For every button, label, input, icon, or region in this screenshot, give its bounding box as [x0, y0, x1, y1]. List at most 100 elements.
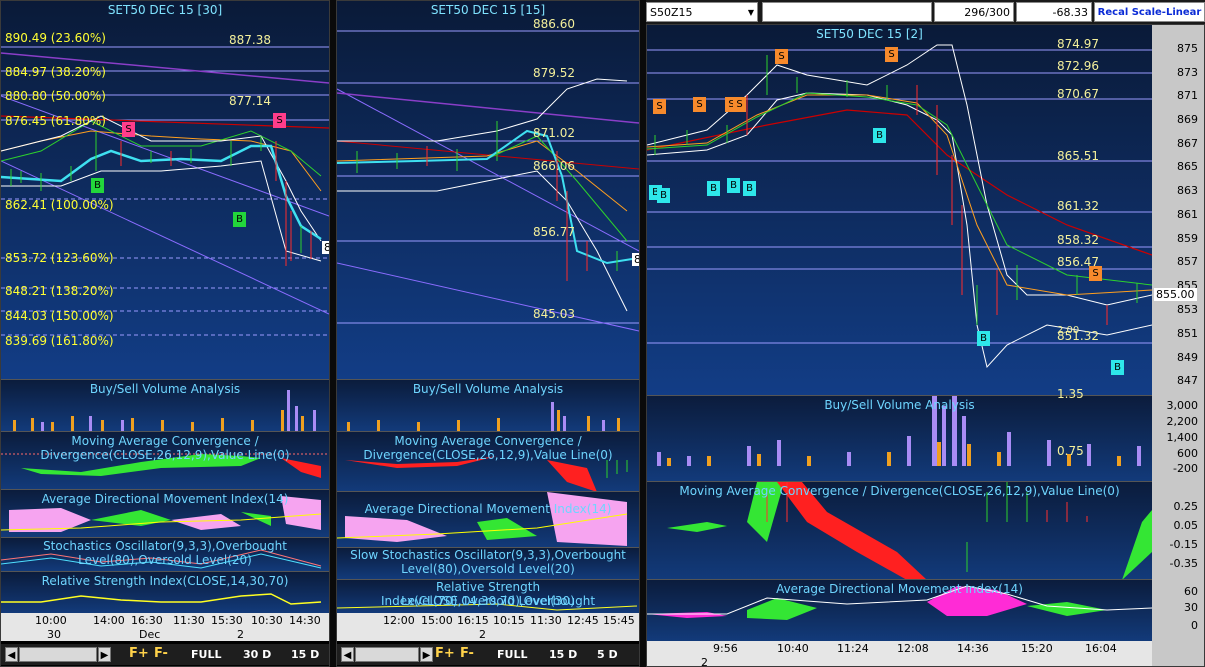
- zoom-in-button[interactable]: F+: [129, 646, 149, 661]
- fib-level: 844.03 (150.00%): [5, 309, 114, 323]
- sell-signal-marker[interactable]: S: [653, 99, 666, 114]
- right-y-axis[interactable]: 875 873 871 869 867 865 863 861 859 857 …: [1152, 25, 1204, 666]
- time-label: 10:30: [251, 614, 283, 627]
- left-volume-panel[interactable]: Buy/Sell Volume Analysis: [1, 379, 329, 431]
- left-date-axis: 30 Dec 2: [1, 627, 329, 641]
- left-stoch-panel[interactable]: Stochastics Oscillator(9,3,3),Overbought…: [1, 537, 329, 571]
- y-tick: 3,000: [1166, 399, 1199, 412]
- cover-signal-marker[interactable]: B: [707, 181, 720, 196]
- price-label: 887.38: [229, 33, 271, 47]
- fib-level: 884.97 (38.20%): [5, 65, 106, 79]
- right-volume-panel[interactable]: Buy/Sell Volume Analysis 0.75: [647, 395, 1152, 481]
- time-label: 15:20: [1021, 642, 1053, 655]
- y-tick: 865: [1177, 160, 1198, 173]
- right-adx-panel[interactable]: Average Directional Movement Index(14): [647, 579, 1152, 641]
- symbol-value: S50Z15: [650, 6, 693, 19]
- full-range-button[interactable]: FULL: [497, 646, 527, 663]
- middle-price-area[interactable]: SET50 DEC 15 [15] 886.60 879.52 871.02 8…: [337, 1, 639, 379]
- price-label: 871.02: [533, 126, 575, 140]
- sell-signal-marker[interactable]: S: [693, 97, 706, 112]
- cover-signal-marker[interactable]: B: [743, 181, 756, 196]
- cover-signal-marker[interactable]: B: [657, 188, 670, 203]
- trading-workspace: SET50 DEC 15 [30] 890.49 (23.60%) 884.97…: [0, 0, 1205, 667]
- time-label: 11:30: [530, 614, 562, 627]
- middle-chart-pane[interactable]: SET50 DEC 15 [15] 886.60 879.52 871.02 8…: [336, 0, 640, 667]
- middle-macd-panel[interactable]: Moving Average Convergence / Divergence(…: [337, 431, 639, 491]
- sell-signal-marker[interactable]: S: [775, 49, 788, 64]
- range-5d-button[interactable]: 5 D: [597, 646, 618, 663]
- sell-signal-marker[interactable]: S: [122, 122, 135, 137]
- full-range-button[interactable]: FULL: [191, 646, 221, 663]
- cover-signal-marker[interactable]: B: [977, 331, 990, 346]
- scroll-right-button[interactable]: ▶: [98, 647, 111, 662]
- scroll-left-button[interactable]: ◀: [5, 647, 18, 662]
- y-tick: 861: [1177, 208, 1198, 221]
- left-time-axis: 10:00 14:00 16:30 11:30 15:30 10:30 14:3…: [1, 613, 329, 627]
- left-chart-title: SET50 DEC 15 [30]: [107, 3, 223, 17]
- symbol-select[interactable]: S50Z15 ▼: [646, 2, 758, 22]
- scrollbar-track[interactable]: [19, 647, 97, 662]
- middle-rsi-panel[interactable]: Relative Strength Index(CLOSE,14,30,70),…: [337, 579, 639, 613]
- range-15d-button[interactable]: 15 D: [549, 646, 577, 663]
- range-15d-button[interactable]: 15 D: [291, 646, 319, 663]
- cover-signal-marker[interactable]: B: [727, 178, 740, 193]
- price-label: 861.32: [1057, 199, 1099, 213]
- time-label: 16:04: [1085, 642, 1117, 655]
- fib-level: 839.69 (161.80%): [5, 334, 114, 348]
- fib-level: 853.72 (123.60%): [5, 251, 114, 265]
- zoom-in-button[interactable]: F+: [435, 646, 455, 661]
- price-label: 856.77: [533, 225, 575, 239]
- scale-mode-button[interactable]: Recal Scale-Linear: [1094, 2, 1205, 22]
- right-chart-pane[interactable]: SET50 DEC 15 [2] 874.97 872.96 870.67 86…: [646, 24, 1205, 667]
- y-tick: 867: [1177, 137, 1198, 150]
- time-label: 10:00: [35, 614, 67, 627]
- scroll-left-button[interactable]: ◀: [341, 647, 354, 662]
- time-label: 15:30: [211, 614, 243, 627]
- y-tick: 30: [1184, 601, 1198, 614]
- left-chart-pane[interactable]: SET50 DEC 15 [30] 890.49 (23.60%) 884.97…: [0, 0, 330, 667]
- right-macd-panel[interactable]: Moving Average Convergence / Divergence(…: [647, 481, 1152, 579]
- range-30d-button[interactable]: 30 D: [243, 646, 271, 663]
- sell-signal-marker[interactable]: S: [733, 97, 746, 112]
- left-macd-panel[interactable]: Moving Average Convergence / Divergence(…: [1, 431, 329, 489]
- left-rsi-panel[interactable]: Relative Strength Index(CLOSE,14,30,70): [1, 571, 329, 613]
- middle-volume-panel[interactable]: Buy/Sell Volume Analysis: [337, 379, 639, 431]
- middle-price-plot: [337, 30, 639, 332]
- left-adx-panel[interactable]: Average Directional Movement Index(14): [1, 489, 329, 537]
- middle-stoch-panel[interactable]: Slow Stochastics Oscillator(9,3,3),Overb…: [337, 547, 639, 579]
- buy-signal-marker[interactable]: B: [91, 178, 104, 193]
- y-tick: 60: [1184, 585, 1198, 598]
- middle-adx-panel[interactable]: Average Directional Movement Index(14): [337, 491, 639, 547]
- right-date-axis: 2: [647, 655, 1152, 666]
- middle-date-axis: 2: [337, 627, 639, 641]
- zoom-out-button[interactable]: F-: [460, 646, 474, 661]
- sell-signal-marker[interactable]: S: [885, 47, 898, 62]
- info-field: [762, 2, 932, 22]
- cover-signal-marker[interactable]: B: [873, 128, 886, 143]
- price-label: 1.35: [1057, 387, 1084, 401]
- scrollbar-track[interactable]: [355, 647, 419, 662]
- zoom-out-button[interactable]: F-: [154, 646, 168, 661]
- current-price-tag: 855.00: [1154, 288, 1197, 301]
- left-adx-plot: [1, 496, 322, 532]
- scroll-right-button[interactable]: ▶: [420, 647, 433, 662]
- fib-level: 848.21 (138.20%): [5, 284, 114, 298]
- y-tick: 863: [1177, 184, 1198, 197]
- left-rsi-plot: [1, 593, 322, 605]
- left-price-area[interactable]: SET50 DEC 15 [30] 890.49 (23.60%) 884.97…: [1, 1, 329, 379]
- cover-signal-marker[interactable]: B: [1111, 360, 1124, 375]
- counter-value: 296/300: [964, 6, 1010, 19]
- time-label: 14:00: [93, 614, 125, 627]
- middle-adx-plot: [337, 492, 628, 546]
- stoch-title-line2: Level(80),Oversold Level(20): [401, 562, 575, 576]
- y-tick: 869: [1177, 113, 1198, 126]
- right-price-area[interactable]: SET50 DEC 15 [2] 874.97 872.96 870.67 86…: [647, 25, 1152, 401]
- y-tick: 849: [1177, 351, 1198, 364]
- sell-signal-marker[interactable]: S: [273, 113, 286, 128]
- y-tick: 875: [1177, 42, 1198, 55]
- sell-signal-marker[interactable]: S: [1089, 266, 1102, 281]
- buy-signal-marker[interactable]: B: [233, 212, 246, 227]
- y-tick: -0.15: [1169, 538, 1198, 551]
- price-label: 879.52: [533, 66, 575, 80]
- time-label: 12:45: [567, 614, 599, 627]
